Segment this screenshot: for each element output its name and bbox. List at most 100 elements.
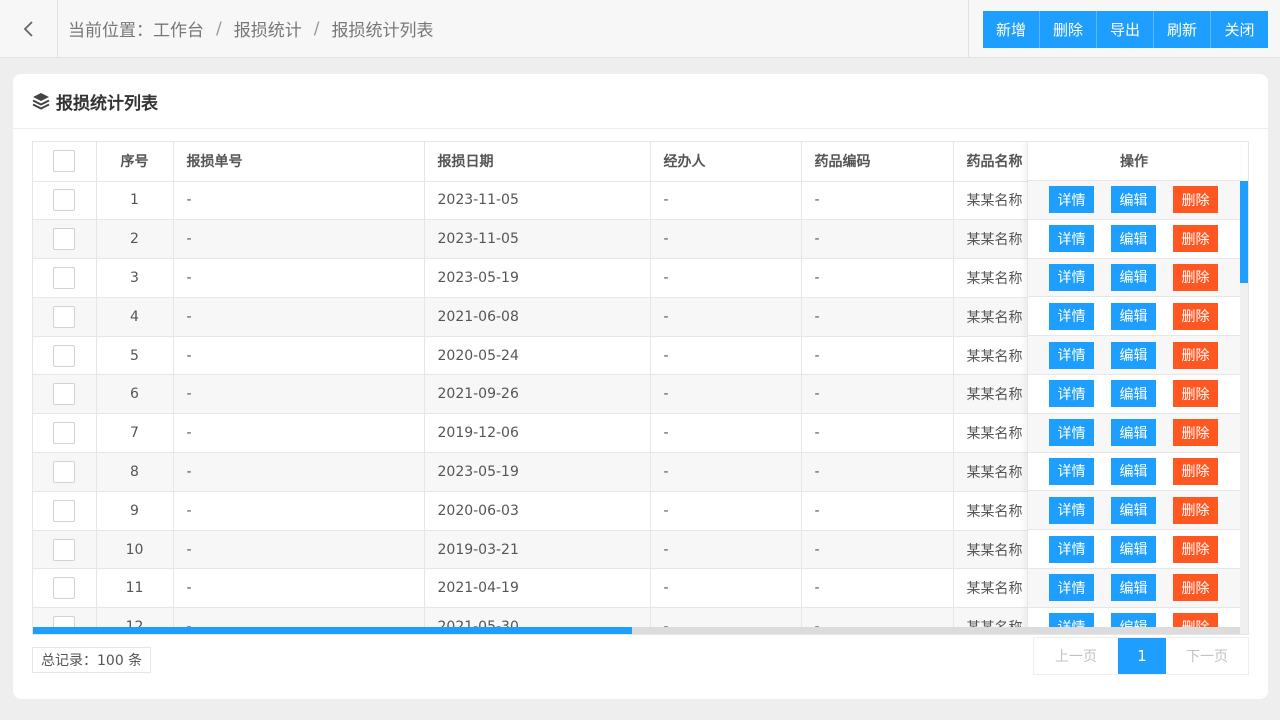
add-button[interactable]: 新增 (983, 11, 1040, 48)
detail-button[interactable]: 详情 (1049, 380, 1094, 408)
toolbar: 新增 删除 导出 刷新 关闭 (983, 11, 1268, 48)
row-checkbox[interactable] (53, 344, 76, 367)
table-row: 8-2023-05-19- - 某某名称 (33, 452, 1094, 492)
select-all-checkbox[interactable] (53, 150, 76, 173)
row-checkbox[interactable] (53, 577, 76, 600)
prev-page-button[interactable]: 上一页 (1034, 638, 1118, 674)
page-1-button[interactable]: 1 (1118, 638, 1166, 674)
detail-button[interactable]: 详情 (1049, 302, 1094, 330)
ops-row: 详情编辑删除 (1028, 413, 1240, 453)
row-delete-button[interactable]: 删除 (1173, 574, 1218, 602)
loss-code-cell: - (173, 568, 425, 609)
table-row: 9-2020-06-03- - 某某名称 (33, 491, 1094, 531)
row-no-cell: 10 (96, 530, 174, 570)
delete-button[interactable]: 删除 (1040, 11, 1097, 48)
row-checkbox[interactable] (53, 266, 76, 289)
drug-code-cell: - (801, 491, 954, 531)
row-delete-button[interactable]: 删除 (1173, 380, 1218, 408)
loss-date-cell: 2019-03-21 (424, 530, 651, 570)
drug-code-cell: - (801, 413, 954, 454)
ops-row: 详情编辑删除 (1028, 530, 1240, 569)
row-no-cell: 8 (96, 452, 174, 492)
breadcrumb-item-current-location[interactable]: 当前位置：工作台 (68, 16, 204, 41)
breadcrumb-item-loss-stats[interactable]: 报损统计 (234, 16, 302, 41)
next-page-button[interactable]: 下一页 (1166, 638, 1248, 674)
edit-button[interactable]: 编辑 (1111, 341, 1156, 369)
row-delete-button[interactable]: 删除 (1173, 496, 1218, 524)
row-checkbox[interactable] (53, 383, 76, 406)
detail-button[interactable]: 详情 (1049, 225, 1094, 253)
col-header-loss-date[interactable]: 报损日期 (424, 142, 651, 182)
edit-button[interactable]: 编辑 (1111, 380, 1156, 408)
loss-code-cell: - (173, 297, 425, 337)
detail-button[interactable]: 详情 (1049, 496, 1094, 524)
row-no-cell: 11 (96, 568, 174, 609)
edit-button[interactable]: 编辑 (1111, 225, 1156, 253)
data-table: 序号 报损单号 报损日期 经办人 药品编码 药品名称 1-2023-11-05-… (32, 141, 1249, 635)
row-delete-button[interactable]: 删除 (1173, 419, 1218, 447)
vertical-scroll-thumb[interactable] (1240, 181, 1248, 283)
row-checkbox[interactable] (53, 305, 76, 328)
edit-button[interactable]: 编辑 (1111, 302, 1156, 330)
edit-button[interactable]: 编辑 (1111, 186, 1156, 214)
detail-button[interactable]: 详情 (1049, 341, 1094, 369)
row-checkbox[interactable] (53, 460, 76, 483)
row-checkbox[interactable] (53, 422, 76, 445)
edit-button[interactable]: 编辑 (1111, 263, 1156, 291)
handler-cell: - (650, 530, 802, 570)
row-no-cell: 9 (96, 491, 174, 531)
col-header-drug-code[interactable]: 药品编码 (801, 142, 954, 182)
row-delete-button[interactable]: 删除 (1173, 302, 1218, 330)
ops-column: 操作 详情 编辑 删除 详情 编辑 删除 详情 编辑 删除 详情 编辑 删除 详情 编辑 删除 详情 编辑 删除详… (1027, 142, 1240, 634)
row-checkbox[interactable] (53, 538, 76, 561)
edit-button[interactable]: 编辑 (1111, 574, 1156, 602)
close-button[interactable]: 关闭 (1211, 11, 1268, 48)
edit-button[interactable]: 编辑 (1111, 457, 1156, 485)
table-row: 5-2020-05-24- - 某某名称 (33, 336, 1094, 376)
breadcrumb-separator: / (216, 18, 222, 39)
vertical-scrollbar[interactable] (1240, 181, 1248, 634)
edit-button[interactable]: 编辑 (1111, 496, 1156, 524)
export-button[interactable]: 导出 (1097, 11, 1154, 48)
horizontal-scrollbar[interactable] (33, 627, 1240, 634)
row-delete-button[interactable]: 删除 (1173, 535, 1218, 563)
detail-button[interactable]: 详情 (1049, 535, 1094, 563)
row-delete-button[interactable]: 删除 (1173, 263, 1218, 291)
row-delete-button[interactable]: 删除 (1173, 341, 1218, 369)
breadcrumb: 当前位置：工作台 / 报损统计 / 报损统计列表 (68, 0, 433, 57)
detail-button[interactable]: 详情 (1049, 419, 1094, 447)
col-header-no[interactable]: 序号 (96, 142, 174, 182)
ops-row: 详情编辑删除 (1028, 297, 1240, 337)
detail-button[interactable]: 详情 (1049, 457, 1094, 485)
detail-button[interactable]: 详情 (1049, 263, 1094, 291)
row-delete-button[interactable]: 删除 (1173, 457, 1218, 485)
col-header-handler[interactable]: 经办人 (650, 142, 802, 182)
row-checkbox[interactable] (53, 228, 76, 251)
edit-button[interactable]: 编辑 (1111, 419, 1156, 447)
row-checkbox[interactable] (53, 189, 76, 212)
detail-button[interactable]: 详情 (1049, 186, 1094, 214)
refresh-button[interactable]: 刷新 (1154, 11, 1211, 48)
table-main: 序号 报损单号 报损日期 经办人 药品编码 药品名称 1-2023-11-05-… (33, 142, 1094, 634)
ops-row: 详情编辑删除 (1028, 453, 1240, 492)
card-header: 报损统计列表 (13, 74, 1268, 129)
back-button[interactable] (0, 0, 58, 57)
handler-cell: - (650, 374, 802, 415)
loss-code-cell: - (173, 530, 425, 570)
row-checkbox[interactable] (53, 499, 76, 522)
ops-row: 详情编辑删除 (1028, 568, 1240, 608)
col-header-loss-code[interactable]: 报损单号 (173, 142, 425, 182)
row-delete-button[interactable]: 删除 (1173, 186, 1218, 214)
horizontal-scroll-thumb[interactable] (33, 627, 632, 634)
detail-button[interactable]: 详情 (1049, 574, 1094, 602)
handler-cell: - (650, 413, 802, 454)
ops-row: 详情编辑删除 (1028, 258, 1240, 298)
loss-code-cell: - (173, 452, 425, 492)
toolbar-divider (968, 0, 969, 57)
loss-date-cell: 2023-11-05 (424, 181, 651, 221)
edit-button[interactable]: 编辑 (1111, 535, 1156, 563)
row-checkbox-cell (33, 530, 97, 570)
row-delete-button[interactable]: 删除 (1173, 225, 1218, 253)
drug-code-cell: - (801, 219, 954, 260)
loss-date-cell: 2019-12-06 (424, 413, 651, 454)
